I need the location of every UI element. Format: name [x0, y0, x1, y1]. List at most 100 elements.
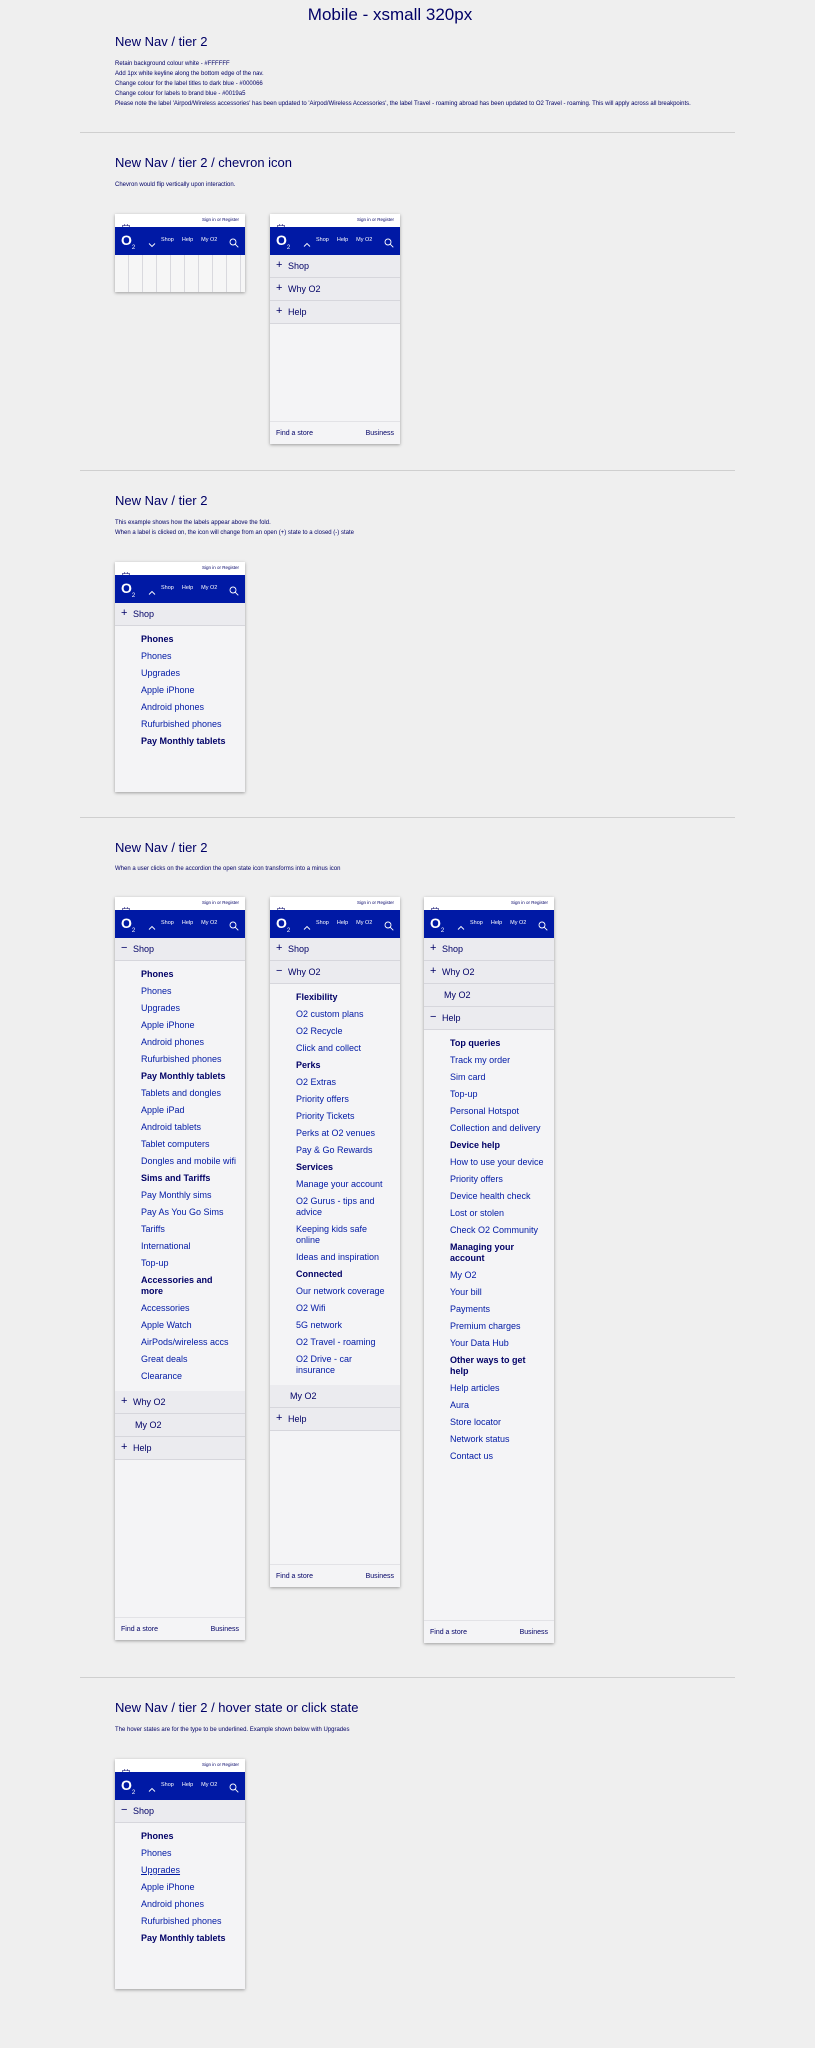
nav-link-shop[interactable]: Shop: [161, 1782, 174, 1788]
nav-link-my-o2[interactable]: My O2: [356, 920, 372, 926]
nav-link-my-o2[interactable]: My O2: [356, 237, 372, 243]
accordion-myo2[interactable]: My O2: [115, 1414, 245, 1437]
submenu-link[interactable]: Network status: [424, 1434, 554, 1445]
nav-link-shop[interactable]: Shop: [316, 920, 329, 926]
nav-link-my-o2[interactable]: My O2: [201, 920, 217, 926]
search-icon[interactable]: [538, 918, 548, 931]
plus-icon[interactable]: +: [276, 942, 282, 954]
nav-link-help[interactable]: Help: [182, 585, 193, 591]
business-link[interactable]: Business: [366, 430, 394, 437]
submenu-link[interactable]: Your bill: [424, 1287, 554, 1298]
submenu-link[interactable]: Great deals: [115, 1354, 245, 1365]
find-store-link[interactable]: Find a store: [276, 1573, 313, 1580]
o2-logo[interactable]: O2: [121, 915, 135, 934]
plus-icon[interactable]: +: [430, 965, 436, 977]
o2-logo[interactable]: O2: [121, 1777, 135, 1796]
submenu-link[interactable]: Lost or stolen: [424, 1208, 554, 1219]
submenu-link[interactable]: O2 Drive - car insurance: [270, 1354, 400, 1376]
submenu-link[interactable]: Dongles and mobile wifi: [115, 1156, 245, 1167]
submenu-link[interactable]: Rufurbished phones: [115, 1054, 245, 1065]
submenu-link[interactable]: Android phones: [115, 702, 245, 713]
submenu-link[interactable]: Rufurbished phones: [115, 719, 245, 730]
basket-icon[interactable]: [431, 900, 439, 913]
find-store-link[interactable]: Find a store: [276, 430, 313, 437]
nav-link-shop[interactable]: Shop: [316, 237, 329, 243]
submenu-link[interactable]: Rufurbished phones: [115, 1916, 245, 1927]
submenu-link[interactable]: Priority Tickets: [270, 1111, 400, 1122]
minus-icon[interactable]: −: [121, 942, 127, 954]
accordion-myo2[interactable]: My O2: [424, 984, 554, 1007]
submenu-link[interactable]: Pay & Go Rewards: [270, 1145, 400, 1156]
nav-link-my-o2[interactable]: My O2: [201, 585, 217, 591]
chevron-up-icon[interactable]: [303, 919, 311, 930]
plus-icon[interactable]: +: [121, 607, 127, 619]
chevron-up-icon[interactable]: [303, 236, 311, 247]
submenu-link[interactable]: Keeping kids safe online: [270, 1224, 400, 1246]
search-icon[interactable]: [384, 918, 394, 931]
accordion-shop[interactable]: − Shop: [115, 938, 245, 961]
basket-icon[interactable]: [122, 217, 130, 230]
o2-logo[interactable]: O2: [276, 232, 290, 251]
submenu-link[interactable]: Tablet computers: [115, 1139, 245, 1150]
nav-link-help[interactable]: Help: [182, 237, 193, 243]
chevron-up-icon[interactable]: [148, 584, 156, 595]
nav-link-my-o2[interactable]: My O2: [201, 237, 217, 243]
nav-link-help[interactable]: Help: [182, 920, 193, 926]
submenu-link[interactable]: Store locator: [424, 1417, 554, 1428]
submenu-link[interactable]: Apple Watch: [115, 1320, 245, 1331]
submenu-link[interactable]: Payments: [424, 1304, 554, 1315]
submenu-link[interactable]: Collection and delivery: [424, 1123, 554, 1134]
chevron-down-icon[interactable]: [148, 236, 156, 248]
submenu-link[interactable]: Our network coverage: [270, 1286, 400, 1297]
plus-icon[interactable]: +: [276, 305, 282, 317]
submenu-link[interactable]: Click and collect: [270, 1043, 400, 1054]
submenu-link[interactable]: My O2: [424, 1270, 554, 1281]
nav-link-help[interactable]: Help: [337, 237, 348, 243]
business-link[interactable]: Business: [211, 1626, 239, 1633]
submenu-link[interactable]: Manage your account: [270, 1179, 400, 1190]
find-store-link[interactable]: Find a store: [430, 1629, 467, 1636]
submenu-link[interactable]: Upgrades: [115, 1003, 245, 1014]
submenu-link[interactable]: How to use your device: [424, 1157, 554, 1168]
submenu-link[interactable]: Device health check: [424, 1191, 554, 1202]
accordion-shop[interactable]: + Shop: [270, 938, 400, 961]
o2-logo[interactable]: O2: [430, 915, 444, 934]
submenu-link[interactable]: O2 custom plans: [270, 1009, 400, 1020]
submenu-link[interactable]: Pay As You Go Sims: [115, 1207, 245, 1218]
submenu-link[interactable]: Premium charges: [424, 1321, 554, 1332]
submenu-link[interactable]: Upgrades: [115, 668, 245, 679]
nav-link-my-o2[interactable]: My O2: [510, 920, 526, 926]
nav-link-shop[interactable]: Shop: [161, 920, 174, 926]
submenu-link[interactable]: O2 Travel - roaming: [270, 1337, 400, 1348]
plus-icon[interactable]: +: [276, 282, 282, 294]
submenu-link[interactable]: Check O2 Community: [424, 1225, 554, 1236]
submenu-link[interactable]: O2 Recycle: [270, 1026, 400, 1037]
accordion-shop[interactable]: + Shop: [424, 938, 554, 961]
submenu-link[interactable]: Priority offers: [424, 1174, 554, 1185]
basket-icon[interactable]: [122, 900, 130, 913]
submenu-link[interactable]: 5G network: [270, 1320, 400, 1331]
nav-link-help[interactable]: Help: [182, 1782, 193, 1788]
nav-link-shop[interactable]: Shop: [161, 585, 174, 591]
submenu-link[interactable]: International: [115, 1241, 245, 1252]
sign-in-link[interactable]: Sign in or Register: [357, 900, 394, 905]
search-icon[interactable]: [229, 918, 239, 931]
submenu-link[interactable]: Android phones: [115, 1037, 245, 1048]
submenu-link[interactable]: Android phones: [115, 1899, 245, 1910]
submenu-link[interactable]: Phones: [115, 1848, 245, 1859]
accordion-help[interactable]: + Help: [115, 1437, 245, 1460]
o2-logo[interactable]: O2: [121, 580, 135, 599]
submenu-link[interactable]: Pay Monthly sims: [115, 1190, 245, 1201]
chevron-up-icon[interactable]: [148, 1781, 156, 1792]
submenu-link[interactable]: Accessories: [115, 1303, 245, 1314]
submenu-link[interactable]: Perks at O2 venues: [270, 1128, 400, 1139]
submenu-link[interactable]: Top-up: [115, 1258, 245, 1269]
basket-icon[interactable]: [277, 900, 285, 913]
plus-icon[interactable]: +: [121, 1441, 127, 1453]
business-link[interactable]: Business: [366, 1573, 394, 1580]
basket-icon[interactable]: [122, 1762, 130, 1775]
accordion-help[interactable]: + Help: [270, 1408, 400, 1431]
minus-icon[interactable]: −: [121, 1804, 127, 1816]
nav-link-help[interactable]: Help: [337, 920, 348, 926]
plus-icon[interactable]: +: [276, 1412, 282, 1424]
